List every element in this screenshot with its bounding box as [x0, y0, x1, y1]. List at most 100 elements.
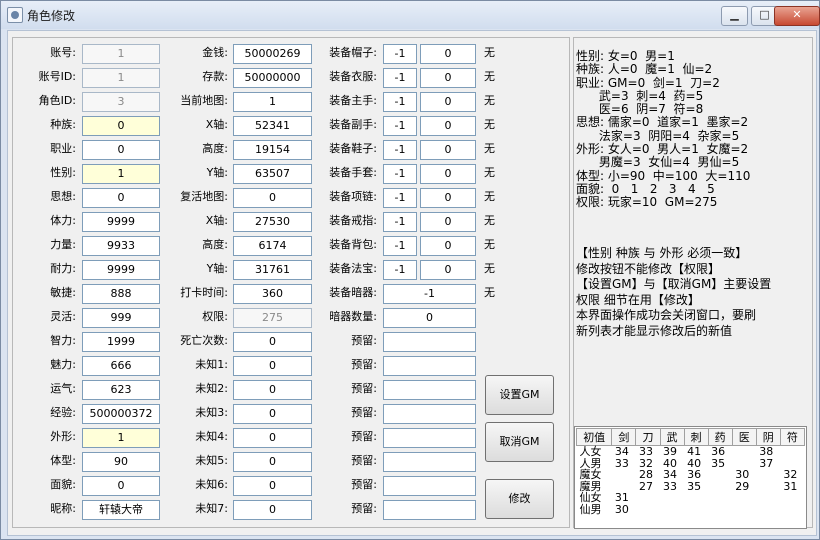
column-header[interactable]: 剑: [611, 428, 637, 446]
equip-input[interactable]: [383, 428, 476, 448]
field-input[interactable]: 0: [233, 476, 312, 496]
cancel-gm-button[interactable]: 取消GM: [485, 422, 554, 462]
minimize-button[interactable]: ▁: [721, 6, 748, 26]
note-line: 本界面操作成功会关闭窗口，要刷: [576, 308, 757, 322]
equip-id-input[interactable]: -1: [383, 92, 417, 112]
field-input[interactable]: 360: [233, 284, 312, 304]
field-input[interactable]: 9999: [82, 212, 160, 232]
field-input[interactable]: 999: [82, 308, 160, 328]
field-input[interactable]: 50000269: [233, 44, 312, 64]
field-input[interactable]: 轩辕大帝: [82, 500, 160, 520]
field-input[interactable]: 1: [82, 164, 160, 184]
field-input[interactable]: 0: [82, 188, 160, 208]
equip-input[interactable]: [383, 356, 476, 376]
field-input[interactable]: 19154: [233, 140, 312, 160]
field-input[interactable]: 3: [82, 92, 160, 112]
table-row[interactable]: 人女 34 33 39 41 36 38: [577, 446, 805, 458]
field-input[interactable]: 500000372: [82, 404, 160, 424]
table-cell: [684, 504, 708, 516]
field-input[interactable]: 888: [82, 284, 160, 304]
table-cell: 仙女: [579, 491, 602, 504]
field-input[interactable]: 1999: [82, 332, 160, 352]
field-input[interactable]: 275: [233, 308, 312, 328]
field-input[interactable]: 90: [82, 452, 160, 472]
column-header[interactable]: 武: [659, 428, 685, 446]
column-header[interactable]: 符: [779, 428, 806, 446]
column-header[interactable]: 刀: [635, 428, 661, 446]
table-row[interactable]: 仙女 31: [577, 492, 805, 504]
equip-id-input[interactable]: -1: [383, 164, 417, 184]
equip-count-input[interactable]: 0: [420, 260, 476, 280]
equip-id-input[interactable]: -1: [383, 44, 417, 64]
column-header[interactable]: 阴: [755, 428, 781, 446]
equip-count-input[interactable]: 0: [420, 44, 476, 64]
field-input[interactable]: 1: [82, 44, 160, 64]
table-cell: 27: [638, 479, 653, 493]
equip-id-input[interactable]: -1: [383, 236, 417, 256]
set-gm-button[interactable]: 设置GM: [485, 375, 554, 415]
equip-input[interactable]: [383, 476, 476, 496]
field-input[interactable]: 0: [233, 452, 312, 472]
equip-count-input[interactable]: 0: [420, 164, 476, 184]
field-input[interactable]: 0: [233, 428, 312, 448]
equip-count-input[interactable]: 0: [420, 236, 476, 256]
equip-input[interactable]: [383, 380, 476, 400]
equip-input[interactable]: [383, 452, 476, 472]
field-input[interactable]: 52341: [233, 116, 312, 136]
field-input[interactable]: 50000000: [233, 68, 312, 88]
equip-input[interactable]: [383, 500, 476, 520]
equip-unit: 无: [484, 46, 495, 59]
equip-id-input[interactable]: -1: [383, 260, 417, 280]
field-input[interactable]: 0: [82, 116, 160, 136]
table-row[interactable]: 魔女 28 34 36 30 32: [577, 469, 805, 481]
equip-id-input[interactable]: -1: [383, 116, 417, 136]
field-input[interactable]: 0: [233, 500, 312, 520]
note-line: 【性别 种族 与 外形 必须一致】: [576, 246, 748, 260]
equip-count-input[interactable]: 0: [420, 140, 476, 160]
field-input[interactable]: 0: [233, 404, 312, 424]
field-input[interactable]: 0: [82, 476, 160, 496]
equip-label: 装备主手:: [329, 94, 377, 107]
modify-button[interactable]: 修改: [485, 479, 554, 519]
field-input[interactable]: 9933: [82, 236, 160, 256]
equip-count-input[interactable]: 0: [420, 92, 476, 112]
field-input[interactable]: 623: [82, 380, 160, 400]
equip-id-input[interactable]: -1: [383, 140, 417, 160]
table-row[interactable]: 仙男 30: [577, 503, 805, 516]
equip-input[interactable]: [383, 332, 476, 352]
column-header[interactable]: 医: [731, 428, 757, 446]
field-input[interactable]: 6174: [233, 236, 312, 256]
field-input[interactable]: 666: [82, 356, 160, 376]
equip-count-input[interactable]: 0: [420, 68, 476, 88]
column-header[interactable]: 初值: [575, 428, 613, 446]
field-input[interactable]: 0: [233, 332, 312, 352]
equip-input[interactable]: 0: [383, 308, 476, 328]
column-header[interactable]: 刺: [683, 428, 709, 446]
field-input[interactable]: 1: [82, 428, 160, 448]
equip-id-input[interactable]: -1: [383, 68, 417, 88]
field-input[interactable]: 1: [82, 68, 160, 88]
equip-count-input[interactable]: 0: [420, 212, 476, 232]
equip-input[interactable]: -1: [383, 284, 476, 304]
field-input[interactable]: 0: [233, 356, 312, 376]
equip-id-input[interactable]: -1: [383, 212, 417, 232]
field-input[interactable]: 0: [82, 140, 160, 160]
field-input[interactable]: 0: [233, 188, 312, 208]
close-button[interactable]: ✕: [774, 6, 820, 26]
field-input[interactable]: 0: [233, 380, 312, 400]
equip-count-input[interactable]: 0: [420, 116, 476, 136]
equip-label: 装备鞋子:: [329, 142, 377, 155]
equip-input[interactable]: [383, 404, 476, 424]
table-row[interactable]: 魔男 27 33 35 29 31: [577, 479, 805, 493]
field-input[interactable]: 27530: [233, 212, 312, 232]
field-label: 职业:: [50, 142, 76, 155]
field-input[interactable]: 1: [233, 92, 312, 112]
title-bar[interactable]: 角色修改 ▁ □ ✕: [1, 1, 820, 29]
field-input[interactable]: 63507: [233, 164, 312, 184]
equip-id-input[interactable]: -1: [383, 188, 417, 208]
equip-count-input[interactable]: 0: [420, 188, 476, 208]
column-header[interactable]: 药: [707, 428, 733, 446]
field-input[interactable]: 31761: [233, 260, 312, 280]
field-input[interactable]: 9999: [82, 260, 160, 280]
equip-label: 预留:: [351, 478, 377, 491]
